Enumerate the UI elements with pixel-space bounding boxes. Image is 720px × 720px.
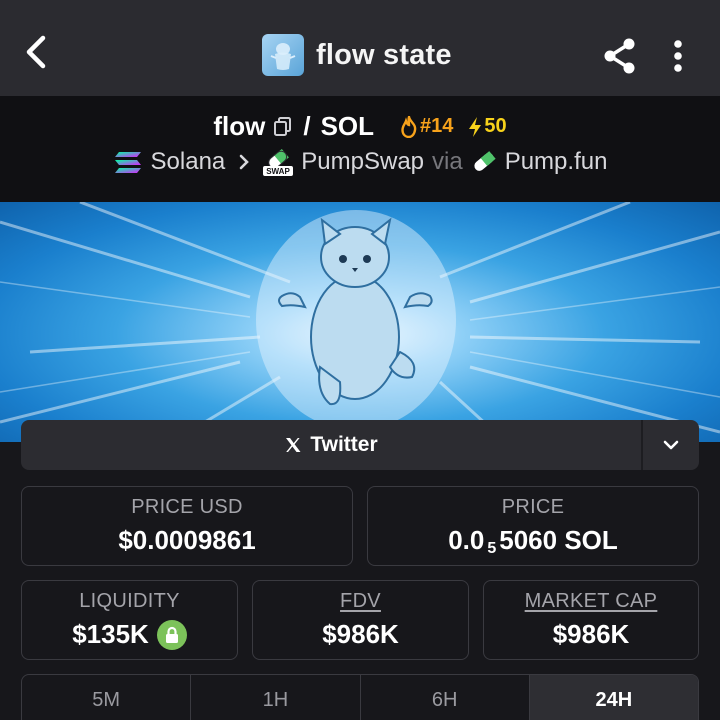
liquidity-value: $135K: [72, 619, 149, 649]
chain-name-link[interactable]: Solana: [151, 148, 226, 176]
tab-5m[interactable]: 5M: [22, 675, 192, 720]
liquidity-card: LIQUIDITY $135K: [21, 580, 238, 660]
fdv-card: FDV $986K: [252, 580, 469, 660]
base-token-symbol: flow: [213, 111, 266, 141]
share-icon: [604, 38, 635, 74]
solana-logo-icon: [114, 152, 141, 173]
market-cap-card: MARKET CAP $986K: [483, 580, 699, 660]
price-usd-value: $0.0009861: [118, 525, 256, 555]
market-cap-value: $986K: [552, 619, 630, 649]
price-native-value: 0.0 5 5060 SOL: [448, 525, 618, 557]
via-label: via: [432, 148, 463, 175]
price-native-label: PRICE: [501, 496, 565, 518]
fire-icon: [401, 115, 417, 138]
launchpad-link[interactable]: Pump.fun: [505, 148, 608, 176]
price-zero-count: 5: [487, 539, 497, 557]
rank-value: #14: [420, 115, 454, 137]
twitter-link-button[interactable]: Twitter: [21, 420, 641, 470]
share-button[interactable]: [598, 34, 642, 78]
lock-icon: [165, 626, 178, 643]
lightning-icon: [469, 116, 482, 137]
liquidity-lock-badge[interactable]: [156, 619, 187, 650]
pill-icon: [474, 151, 496, 171]
price-usd-card: PRICE USD $0.0009861: [21, 486, 353, 566]
token-banner: [0, 202, 720, 442]
timeframe-tabs: 5M 1H 6H 24H: [21, 674, 699, 720]
boost-badge[interactable]: 50: [467, 115, 507, 138]
market-cap-label[interactable]: MARKET CAP: [525, 590, 658, 613]
page-title: flow state: [316, 38, 452, 71]
fdv-label[interactable]: FDV: [340, 590, 381, 613]
back-button[interactable]: [14, 30, 58, 74]
price-native-card: PRICE 0.0 5 5060 SOL: [367, 486, 699, 566]
more-links-toggle[interactable]: [641, 420, 699, 470]
token-title: flow state: [262, 33, 452, 77]
trending-rank-badge[interactable]: #14: [400, 115, 453, 138]
price-prefix: 0.0: [448, 525, 485, 555]
tab-6h[interactable]: 6H: [361, 675, 530, 720]
tab-24h[interactable]: 24H: [529, 675, 698, 720]
quote-token-symbol: SOL: [320, 111, 375, 141]
x-logo-icon: [286, 438, 301, 452]
liquidity-value-row: $135K: [72, 619, 187, 650]
back-arrow-icon: [26, 35, 46, 69]
token-avatar: [262, 34, 304, 76]
twitter-label: Twitter: [310, 433, 378, 456]
price-suffix: 5060 SOL: [499, 525, 618, 555]
more-button[interactable]: [658, 34, 698, 78]
banner-image: [0, 202, 720, 439]
liquidity-label: LIQUIDITY: [79, 590, 180, 612]
boost-value: 50: [484, 115, 507, 137]
pair-row: flow / SOL #14 50: [0, 111, 720, 142]
pair-header: flow / SOL #14 50 Solana SWAP PumpSwap v…: [0, 96, 720, 202]
chevron-right-icon: [239, 154, 250, 170]
top-bar: flow state: [0, 0, 720, 96]
price-usd-label: PRICE USD: [131, 496, 243, 518]
fdv-value: $986K: [322, 619, 399, 649]
pumpswap-logo-icon: SWAP: [263, 148, 294, 176]
chevron-down-icon: [663, 440, 679, 450]
tab-1h[interactable]: 1H: [191, 675, 361, 720]
dex-badge: SWAP: [267, 167, 291, 176]
chain-breadcrumb: Solana SWAP PumpSwap via Pump.fun: [0, 148, 720, 176]
copy-icon[interactable]: [273, 116, 293, 138]
more-vertical-icon: [674, 40, 682, 72]
social-links-bar: Twitter: [21, 420, 699, 470]
dex-name-link[interactable]: PumpSwap: [301, 148, 424, 176]
pair-separator: /: [303, 111, 311, 141]
